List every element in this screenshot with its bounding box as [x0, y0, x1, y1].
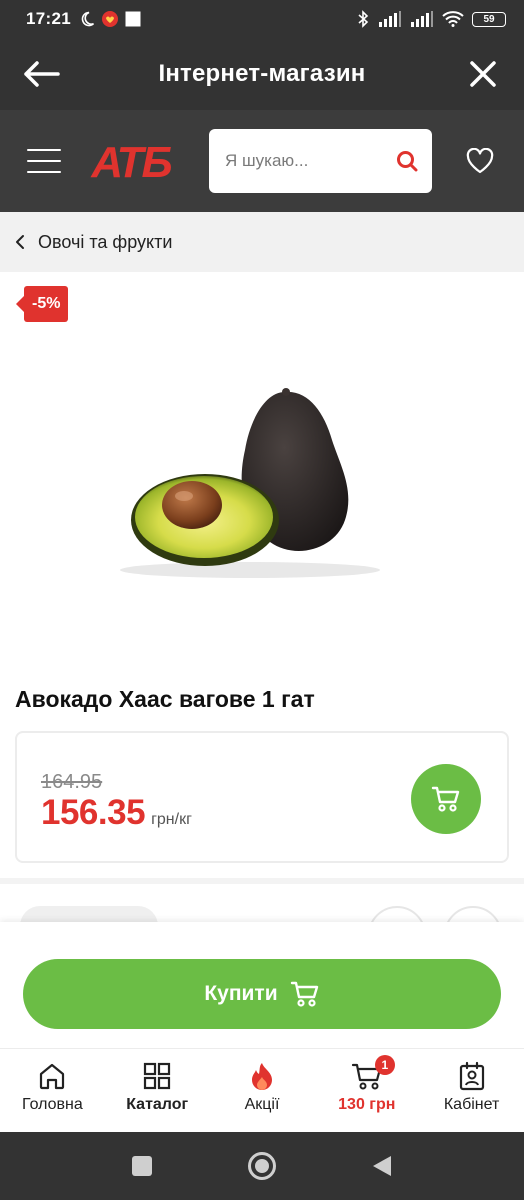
logo-text: АТБ: [90, 139, 171, 183]
profile-icon: [459, 1061, 484, 1091]
breadcrumb-label[interactable]: Овочі та фрукти: [38, 232, 172, 253]
search-icon[interactable]: [396, 150, 418, 172]
add-to-cart-button[interactable]: [411, 764, 481, 834]
cart-icon: [431, 786, 460, 812]
bluetooth-icon: [358, 10, 369, 28]
fire-icon: [251, 1063, 272, 1090]
page-title: Інтернет-магазин: [158, 60, 366, 87]
divider: [0, 878, 524, 884]
app-bar: Інтернет-магазин: [0, 38, 524, 110]
square-icon: [132, 1156, 152, 1176]
triangle-back-icon: [373, 1156, 391, 1176]
close-button[interactable]: [442, 38, 524, 110]
site-header: АТБ: [0, 110, 524, 212]
nav-item-promotions[interactable]: Акції: [210, 1049, 315, 1132]
signal-icon: [411, 11, 433, 27]
search-input[interactable]: [225, 151, 375, 171]
nav-item-catalog[interactable]: Каталог: [105, 1049, 210, 1132]
price-unit: грн/кг: [151, 811, 192, 828]
close-icon: [470, 61, 496, 87]
signal-icon: [379, 11, 401, 27]
catalog-grid-icon: [144, 1062, 171, 1090]
nav-item-profile[interactable]: Кабінет: [419, 1049, 524, 1132]
back-button[interactable]: [0, 38, 82, 110]
status-time: 17:21: [26, 9, 71, 28]
home-icon: [40, 1063, 65, 1090]
buy-button[interactable]: Купити: [23, 959, 501, 1029]
bottom-nav: Головна Каталог Акції 1 130 грн Кабінет: [0, 1048, 524, 1132]
back-system-button[interactable]: [322, 1154, 442, 1178]
hamburger-icon[interactable]: [27, 149, 61, 173]
system-nav: [0, 1132, 524, 1200]
nav-label: 130 грн: [338, 1096, 396, 1113]
buy-button-label: Купити: [204, 982, 278, 1005]
discount-badge: -5%: [15, 286, 69, 322]
heart-icon: [466, 148, 494, 174]
atb-logo[interactable]: АТБ: [77, 139, 185, 183]
nav-label: Головна: [22, 1096, 83, 1113]
cart-count-badge: 1: [374, 1055, 395, 1075]
cart-icon: [290, 981, 318, 1007]
product-title: Авокадо Хаас вагове 1 гат: [15, 686, 315, 712]
home-system-button[interactable]: [202, 1151, 322, 1181]
nav-item-cart[interactable]: 1 130 грн: [314, 1049, 419, 1132]
chevron-left-icon: [16, 235, 24, 249]
old-price: 164.95: [41, 771, 103, 793]
square-notification-icon: [125, 11, 141, 27]
arrow-left-icon: [24, 61, 60, 87]
nav-label: Акції: [244, 1096, 280, 1113]
app-notification-icon: [101, 11, 118, 27]
price-card: 164.95 156.35 грн/кг: [15, 731, 509, 863]
buy-bar: Купити: [0, 922, 524, 1048]
circle-icon: [248, 1152, 276, 1180]
status-bar: 17:21 59: [0, 0, 524, 38]
battery-icon: 59: [472, 11, 506, 27]
search-box[interactable]: [209, 129, 432, 193]
nav-label: Кабінет: [443, 1096, 500, 1113]
wifi-icon: [442, 11, 464, 27]
nav-label: Каталог: [126, 1096, 189, 1113]
favorites-button[interactable]: [466, 148, 494, 174]
nav-item-home[interactable]: Головна: [0, 1049, 105, 1132]
current-price: 156.35: [41, 793, 146, 832]
breadcrumb[interactable]: Овочі та фрукти: [0, 212, 524, 272]
moon-icon: [81, 11, 95, 27]
product-image: [120, 388, 380, 578]
recents-button[interactable]: [82, 1155, 202, 1177]
